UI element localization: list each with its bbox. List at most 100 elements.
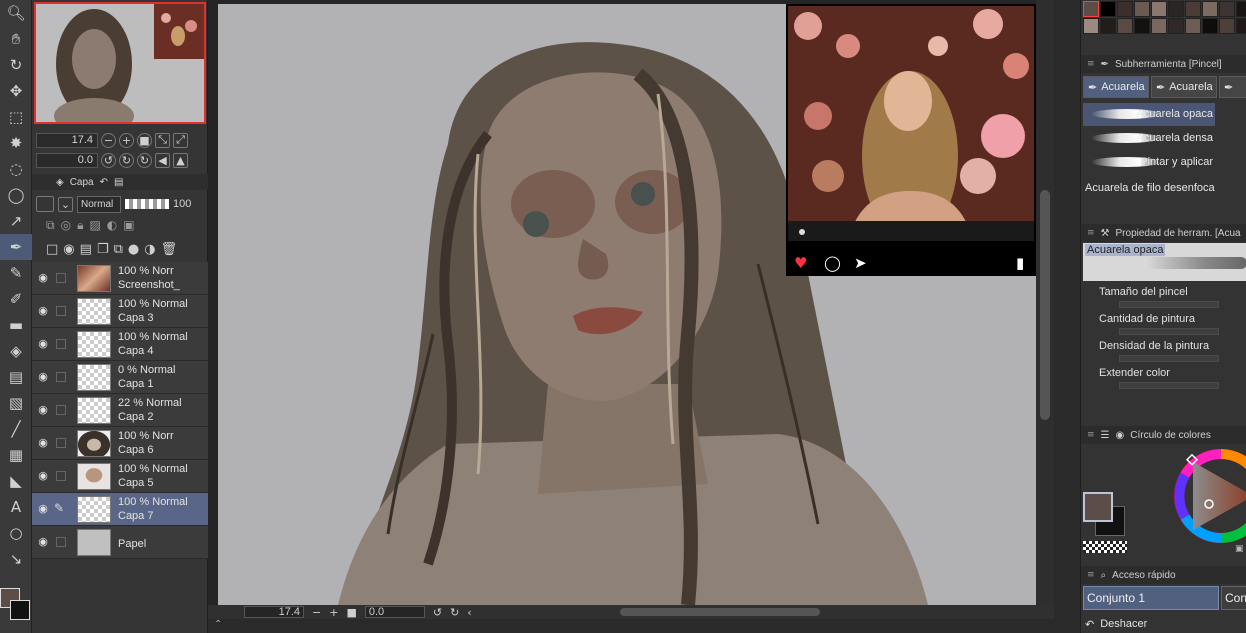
menu-icon[interactable]: ≡ bbox=[1087, 228, 1095, 238]
sub-tool-tab-3[interactable]: ✒ bbox=[1219, 76, 1246, 98]
zoom-in-icon[interactable]: + bbox=[119, 132, 134, 148]
circle-icon[interactable]: ◯ bbox=[0, 182, 32, 208]
eye-icon[interactable]: ◉ bbox=[36, 535, 50, 549]
eye-icon[interactable]: ◉ bbox=[36, 304, 50, 318]
layer-row[interactable]: ◉ 100 % Norr Capa 6 bbox=[32, 427, 208, 460]
new-folder-icon[interactable]: ▤ bbox=[80, 242, 92, 257]
reference-image-window[interactable]: ♥ ◯ ➤ ▮ bbox=[786, 4, 1036, 276]
layer-row[interactable]: ◉ 100 % Normal Capa 4 bbox=[32, 328, 208, 361]
history-tab-icon[interactable]: ↶ bbox=[100, 177, 108, 188]
brush-icon[interactable]: ✐ bbox=[0, 286, 32, 312]
balloon-icon[interactable]: ○ bbox=[0, 520, 32, 546]
eye-icon[interactable]: ◉ bbox=[36, 370, 50, 384]
quick-set-1[interactable]: Conjunto 1 bbox=[1083, 586, 1219, 610]
zoom-out-icon[interactable]: − bbox=[101, 132, 116, 148]
zoom-icon[interactable]: 🔍︎ bbox=[0, 0, 32, 26]
palette-swatch[interactable] bbox=[1236, 1, 1246, 17]
slider-tab-icon[interactable]: ☰ bbox=[1101, 430, 1110, 441]
layer-lock-toggle[interactable] bbox=[56, 405, 66, 415]
navigator-preview[interactable] bbox=[34, 2, 206, 124]
palette-swatch[interactable] bbox=[1134, 18, 1150, 34]
canvas-rotate-input[interactable]: 0.0 bbox=[364, 606, 425, 618]
expand-icon[interactable]: ⌃ bbox=[214, 619, 222, 630]
search-icon[interactable]: ⌕ bbox=[1101, 570, 1107, 581]
frame-icon[interactable]: ▦ bbox=[0, 442, 32, 468]
new-raster-layer-icon[interactable]: □ bbox=[46, 242, 58, 257]
color-settings-icon[interactable]: ▣ bbox=[1235, 544, 1244, 554]
layer-row[interactable]: ◉ Papel bbox=[32, 526, 208, 559]
eye-icon[interactable]: ◉ bbox=[36, 271, 50, 285]
comment-icon[interactable]: ◯ bbox=[824, 254, 841, 272]
palette-swatch[interactable] bbox=[1185, 18, 1201, 34]
palette-swatch[interactable] bbox=[1236, 18, 1246, 34]
main-color-chip[interactable] bbox=[1083, 492, 1113, 522]
bookmark-icon[interactable]: ▮ bbox=[1016, 254, 1024, 272]
new-vector-layer-icon[interactable]: ◉ bbox=[63, 242, 74, 257]
heart-icon[interactable]: ♥ bbox=[794, 254, 807, 272]
layer-row[interactable]: ◉ 0 % Normal Capa 1 bbox=[32, 361, 208, 394]
palette-swatch[interactable] bbox=[1083, 1, 1099, 17]
flip-vertical-icon[interactable]: ▲ bbox=[173, 152, 188, 168]
undo-row[interactable]: ↶ Deshacer bbox=[1085, 618, 1147, 631]
merge-down-icon[interactable]: ⧉ bbox=[114, 242, 123, 257]
rotate-left-icon[interactable]: ↺ bbox=[101, 152, 116, 168]
palette-swatch[interactable] bbox=[1168, 18, 1184, 34]
apply-mask-icon[interactable]: ◑ bbox=[144, 242, 155, 257]
clip-icon[interactable]: ⧉ bbox=[46, 218, 55, 233]
palette-swatch[interactable] bbox=[1117, 18, 1133, 34]
palette-swatch[interactable] bbox=[1185, 1, 1201, 17]
tab-layer[interactable]: Capa bbox=[70, 177, 94, 188]
reference-icon[interactable]: ◎ bbox=[61, 218, 71, 233]
brush-item-filo-desenfocado[interactable]: Acuarela de filo desenfoca bbox=[1083, 177, 1246, 200]
opacity-slider[interactable] bbox=[125, 199, 169, 209]
navigator-rotate-input[interactable]: 0.0 bbox=[36, 152, 98, 168]
mask-icon[interactable]: ◐ bbox=[107, 218, 117, 233]
prop-brush-size[interactable]: Tamaño del pincel bbox=[1099, 286, 1246, 308]
layer-lock-toggle[interactable] bbox=[56, 372, 66, 382]
layer-color-icon[interactable] bbox=[36, 196, 54, 212]
scrollbar-thumb[interactable] bbox=[1040, 190, 1050, 420]
palette-swatch[interactable] bbox=[1100, 18, 1116, 34]
layer-lock-toggle[interactable] bbox=[56, 471, 66, 481]
quick-set-2[interactable]: Conjun bbox=[1221, 586, 1246, 610]
palette-swatch[interactable] bbox=[1202, 1, 1218, 17]
canvas-fit-icon[interactable]: ■ bbox=[346, 606, 356, 619]
figure-icon[interactable]: ╱ bbox=[0, 416, 32, 442]
lock-icon[interactable]: 🔒︎ bbox=[77, 218, 83, 233]
text-icon[interactable]: A bbox=[0, 494, 32, 520]
fit-window-icon[interactable]: ⤡ bbox=[155, 132, 170, 148]
eyedropper-icon[interactable]: ↗ bbox=[0, 208, 32, 234]
prop-paint-amount[interactable]: Cantidad de pintura bbox=[1099, 313, 1246, 335]
palette-icon[interactable]: ▣ bbox=[123, 218, 134, 233]
eye-icon[interactable]: ◉ bbox=[36, 502, 50, 516]
brush-item-acuarela-densa[interactable]: Acuarela densa bbox=[1083, 127, 1215, 150]
navigator-zoom-input[interactable]: 17.4 bbox=[36, 132, 98, 148]
layer-lock-toggle[interactable] bbox=[56, 339, 66, 349]
reset-rotate-icon[interactable]: ↻ bbox=[137, 152, 152, 168]
layer-lock-toggle[interactable] bbox=[56, 537, 66, 547]
canvas-scroll-left-icon[interactable]: ‹ bbox=[467, 606, 471, 619]
prop-paint-density[interactable]: Densidad de la pintura bbox=[1099, 340, 1246, 362]
palette-swatch[interactable] bbox=[1117, 1, 1133, 17]
palette-swatch[interactable] bbox=[1151, 18, 1167, 34]
blend-icon[interactable]: ◈ bbox=[0, 338, 32, 364]
correct-line-icon[interactable]: ↘ bbox=[0, 546, 32, 572]
layer-lock-toggle[interactable] bbox=[56, 273, 66, 283]
canvas-horizontal-scrollbar[interactable] bbox=[619, 608, 820, 616]
palette-swatch[interactable] bbox=[1168, 1, 1184, 17]
canvas-zoom-in-icon[interactable]: + bbox=[329, 606, 338, 619]
eye-icon[interactable]: ◉ bbox=[36, 436, 50, 450]
eye-icon[interactable]: ◉ bbox=[36, 469, 50, 483]
flip-horizontal-icon[interactable]: ◀ bbox=[155, 152, 170, 168]
layer-row[interactable]: ◉ 100 % Norr Screenshot_ bbox=[32, 262, 208, 295]
selection-icon[interactable]: ⬚ bbox=[0, 104, 32, 130]
prop-slider[interactable] bbox=[1119, 355, 1219, 362]
menu-icon[interactable]: ≡ bbox=[1087, 570, 1095, 580]
layer-color-dropdown-icon[interactable]: ⌄ bbox=[58, 196, 73, 212]
lasso-icon[interactable]: ✸ bbox=[0, 130, 32, 156]
rotate-right-icon[interactable]: ↻ bbox=[119, 152, 134, 168]
actual-size-icon[interactable]: ⤢ bbox=[173, 132, 188, 148]
palette-swatch[interactable] bbox=[1202, 18, 1218, 34]
gradient-icon[interactable]: ▧ bbox=[0, 390, 32, 416]
layer-row[interactable]: ◉ 100 % Normal Capa 5 bbox=[32, 460, 208, 493]
